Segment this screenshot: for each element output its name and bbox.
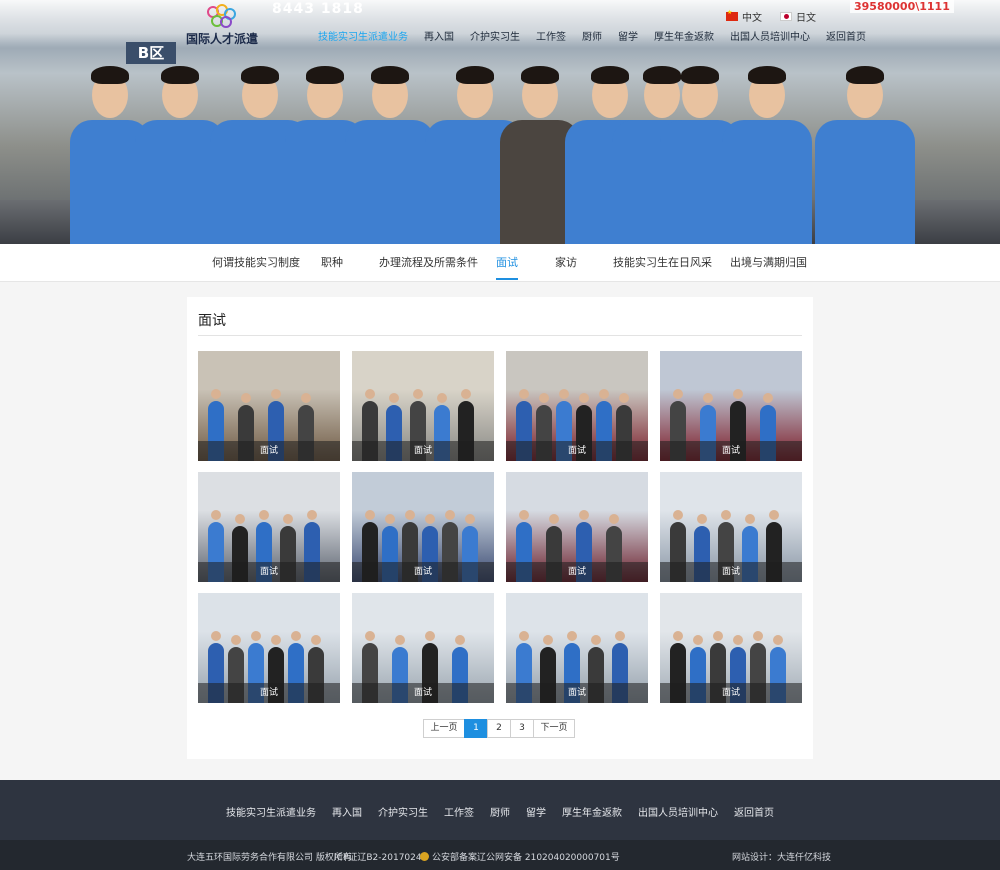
site-logo[interactable]: 国际人才派遣 xyxy=(186,2,266,46)
gallery-photo-card[interactable]: 面试 xyxy=(506,351,648,461)
page-2-button[interactable]: 2 xyxy=(487,719,511,738)
lang-ja-label: 日文 xyxy=(796,13,816,24)
photo-caption: 面试 xyxy=(198,441,340,461)
footer-nav: 技能实习生派遣业务 再入国 介护实习生 工作签 厨师 留学 厚生年金返款 出国人… xyxy=(0,804,1000,819)
gallery-photo-card[interactable]: 面试 xyxy=(660,472,802,582)
subnav-item-process[interactable]: 办理流程及所需条件 xyxy=(379,244,478,282)
prev-page-button[interactable]: 上一页 xyxy=(423,719,465,738)
subnav-item-departure[interactable]: 出境与满期归国 xyxy=(730,244,807,282)
gallery-photo-card[interactable]: 面试 xyxy=(506,593,648,703)
subnav-item-home-visit[interactable]: 家访 xyxy=(555,244,577,282)
top-nav: 技能实习生派遣业务 再入国 介护实习生 工作签 厨师 留学 厚生年金返款 出国人… xyxy=(310,28,874,43)
photo-caption: 面试 xyxy=(506,683,648,703)
gallery-photo-card[interactable]: 面试 xyxy=(198,351,340,461)
section-title: 面试 xyxy=(198,313,226,329)
police-record-text: 公安部备案辽公网安备 210204020000701号 xyxy=(432,853,620,863)
hero-sign-number-2: 39580000\1111 xyxy=(850,0,954,13)
sub-nav: 何谓技能实习制度 职种 办理流程及所需条件 面试 家访 技能实习生在日风采 出境… xyxy=(0,244,1000,282)
gallery-photo-card[interactable]: 面试 xyxy=(198,593,340,703)
cn-flag-icon xyxy=(726,9,738,21)
topnav-item-pension[interactable]: 厚生年金返款 xyxy=(646,28,722,43)
footer-link-trainee[interactable]: 技能实习生派遣业务 xyxy=(218,804,324,819)
subnav-item-occupations[interactable]: 职种 xyxy=(321,244,343,282)
subnav-item-trainee-life[interactable]: 技能实习生在日风采 xyxy=(613,244,712,282)
hero-sign-number: 8443 1818 xyxy=(272,1,364,17)
footer-link-care[interactable]: 介护实习生 xyxy=(370,804,436,819)
photo-caption: 面试 xyxy=(506,562,648,582)
photo-caption: 面试 xyxy=(660,683,802,703)
photo-caption: 面试 xyxy=(352,562,494,582)
gallery-photo-card[interactable]: 面试 xyxy=(660,593,802,703)
gallery-photo-card[interactable]: 面试 xyxy=(352,351,494,461)
topnav-item-home[interactable]: 返回首页 xyxy=(818,28,874,43)
jp-flag-icon xyxy=(780,12,792,21)
subnav-item-interview[interactable]: 面试 xyxy=(496,244,518,282)
logo-rings-icon xyxy=(207,4,236,28)
footer: 技能实习生派遣业务 再入国 介护实习生 工作签 厨师 留学 厚生年金返款 出国人… xyxy=(0,780,1000,840)
hero-zone-sign: B区 xyxy=(126,42,176,64)
logo-text: 国际人才派遣 xyxy=(186,32,259,46)
footer-link-pension[interactable]: 厚生年金返款 xyxy=(554,804,630,819)
photo-caption: 面试 xyxy=(506,441,648,461)
topnav-item-study[interactable]: 留学 xyxy=(610,28,646,43)
topnav-item-training[interactable]: 出国人员培训中心 xyxy=(722,28,818,43)
title-divider xyxy=(198,335,802,336)
footer-link-study[interactable]: 留学 xyxy=(518,804,554,819)
subnav-item-system[interactable]: 何谓技能实习制度 xyxy=(212,244,300,282)
photo-caption: 面试 xyxy=(352,683,494,703)
photo-caption: 面试 xyxy=(660,562,802,582)
page-1-button[interactable]: 1 xyxy=(464,719,488,738)
topnav-item-reentry[interactable]: 再入国 xyxy=(416,28,462,43)
icp-license[interactable]: ICP证辽B2-20170242 xyxy=(334,850,427,863)
gallery-photo-card[interactable]: 面试 xyxy=(198,472,340,582)
lang-zh-label: 中文 xyxy=(742,13,762,24)
topnav-item-trainee[interactable]: 技能实习生派遣业务 xyxy=(310,28,416,43)
footer-link-work-visa[interactable]: 工作签 xyxy=(436,804,482,819)
photo-caption: 面试 xyxy=(660,441,802,461)
copyright-company: 大连五环国际劳务合作有限公司 版权所有 xyxy=(187,853,352,863)
pagination: 上一页 1 2 3 下一页 xyxy=(423,719,575,738)
police-record[interactable]: 公安部备案辽公网安备 210204020000701号 xyxy=(420,850,620,863)
footer-link-training[interactable]: 出国人员培训中心 xyxy=(630,804,726,819)
police-badge-icon xyxy=(420,852,429,861)
footer-link-chef[interactable]: 厨师 xyxy=(482,804,518,819)
next-page-button[interactable]: 下一页 xyxy=(533,719,575,738)
copyright-bar: 大连五环国际劳务合作有限公司 版权所有 ICP证辽B2-20170242 公安部… xyxy=(0,840,1000,870)
topnav-item-work-visa[interactable]: 工作签 xyxy=(528,28,574,43)
lang-zh-link[interactable]: 中文 xyxy=(726,9,762,24)
gallery-photo-card[interactable]: 面试 xyxy=(352,472,494,582)
photo-caption: 面试 xyxy=(352,441,494,461)
footer-link-home[interactable]: 返回首页 xyxy=(726,804,782,819)
site-design-credit: 网站设计：大连仟亿科技 xyxy=(732,853,832,863)
photo-caption: 面试 xyxy=(198,562,340,582)
gallery-photo-card[interactable]: 面试 xyxy=(660,351,802,461)
gallery-photo-card[interactable]: 面试 xyxy=(506,472,648,582)
footer-link-reentry[interactable]: 再入国 xyxy=(324,804,370,819)
page-3-button[interactable]: 3 xyxy=(510,719,534,738)
content-panel: 面试 面试 面试 面试 面试 面试 面试 面试 面试 面试 面试 面试 面试 上一页 1 2 3 下一… xyxy=(187,297,813,759)
photo-caption: 面试 xyxy=(198,683,340,703)
gallery-photo-card[interactable]: 面试 xyxy=(352,593,494,703)
topnav-item-care[interactable]: 介护实习生 xyxy=(462,28,528,43)
topnav-item-chef[interactable]: 厨师 xyxy=(574,28,610,43)
lang-ja-link[interactable]: 日文 xyxy=(780,9,816,24)
